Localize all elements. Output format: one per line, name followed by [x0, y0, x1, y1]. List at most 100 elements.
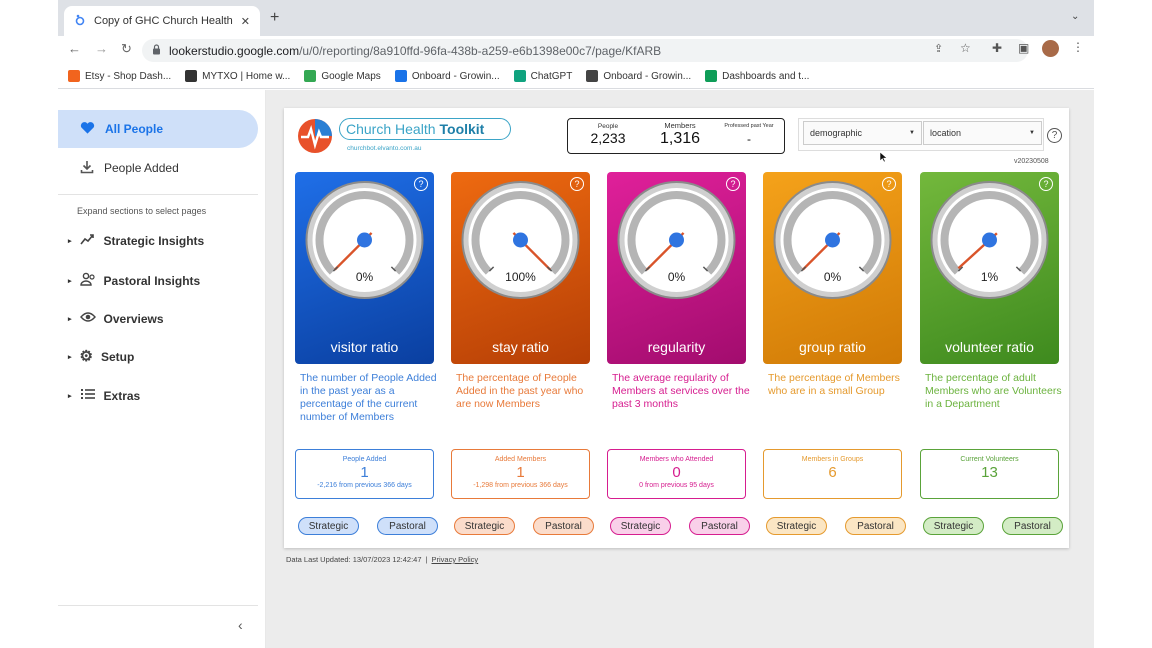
star-icon[interactable]: ☆ — [960, 41, 971, 55]
metric-value: 1 — [360, 464, 369, 481]
card-description: The percentage of People Added in the pa… — [456, 372, 584, 410]
expand-arrow-icon: ▸ — [68, 237, 72, 245]
sidepanel-icon[interactable]: ▣ — [1018, 41, 1029, 55]
strategic-button[interactable]: Strategic — [454, 517, 515, 535]
pastoral-button[interactable]: Pastoral — [533, 517, 594, 535]
strategic-button[interactable]: Strategic — [766, 517, 827, 535]
sections-hint: Expand sections to select pages — [77, 206, 207, 216]
stat-label: Professed past Year — [724, 123, 774, 129]
share-icon[interactable]: ⇪ — [934, 42, 943, 55]
strategic-button[interactable]: Strategic — [923, 517, 984, 535]
nav-all-people[interactable]: All People — [58, 110, 258, 148]
strategic-button[interactable]: Strategic — [298, 517, 359, 535]
avatar[interactable] — [1042, 40, 1059, 57]
pastoral-button[interactable]: Pastoral — [845, 517, 906, 535]
card-description: The percentage of adult Members who are … — [925, 372, 1062, 410]
summary-stats: People 2,233 Members 1,316 Professed pas… — [567, 118, 785, 154]
nav-pastoral-insights[interactable]: ▸ Pastoral Insights — [68, 272, 200, 289]
back-icon[interactable]: ← — [68, 41, 81, 56]
heart-icon — [80, 121, 95, 138]
nav-label: Extras — [103, 388, 141, 403]
url-host: lookerstudio.google.com — [169, 43, 300, 58]
bookmark-favicon-icon — [513, 70, 526, 82]
kpi-gauge-card[interactable]: 100%? stay ratio — [451, 172, 590, 364]
bookmark-item[interactable]: Google Maps — [304, 70, 381, 82]
nav-label: All People — [105, 122, 164, 136]
nav-extras[interactable]: ▸ Extras — [68, 388, 140, 403]
nav-strategic-insights[interactable]: ▸ Strategic Insights — [68, 233, 204, 248]
pastoral-button[interactable]: Pastoral — [1002, 517, 1063, 535]
close-tab-icon[interactable]: ✕ — [241, 15, 250, 28]
url-path: /u/0/reporting/8a910ffd-96fa-438b-a259-e… — [299, 43, 662, 58]
stat-label: Members — [664, 121, 696, 130]
nav-overviews[interactable]: ▸ Overviews — [68, 311, 164, 326]
gauge-hub — [669, 232, 684, 248]
privacy-policy-link[interactable]: Privacy Policy — [431, 555, 478, 564]
eye-icon — [79, 311, 96, 326]
bookmark-item[interactable]: Onboard - Growin... — [586, 70, 691, 82]
menu-icon[interactable]: ⋮ — [1072, 40, 1084, 54]
dropdown-label: location — [930, 128, 962, 138]
kpi-gauge-card[interactable]: 0%? visitor ratio — [295, 172, 434, 364]
nav-setup[interactable]: ▸ ⚙ Setup — [68, 348, 134, 365]
nav-label: Strategic Insights — [103, 233, 205, 248]
help-icon[interactable]: ? — [1039, 177, 1053, 191]
dropdown-arrow-icon: ▼ — [909, 130, 915, 136]
lock-icon — [152, 43, 161, 58]
browser-window: Copy of GHC Church Health To ✕ + ⌄ ← → ↻… — [58, 0, 1094, 648]
card-description: The number of People Added in the past y… — [300, 372, 437, 423]
bookmark-item[interactable]: Onboard - Growin... — [394, 70, 500, 82]
forward-icon[interactable]: → — [95, 41, 108, 56]
gear-icon: ⚙ — [79, 348, 93, 365]
metric-delta: -2,216 from previous 366 days — [317, 482, 412, 489]
card-title: volunteer ratio — [945, 339, 1034, 355]
brand-url[interactable]: churchbot.elvanto.com.au — [347, 145, 421, 152]
nav-people-added[interactable]: People Added — [58, 149, 258, 187]
address-bar[interactable]: lookerstudio.google.com/u/0/reporting/8a… — [142, 39, 1028, 62]
expand-arrow-icon: ▸ — [68, 354, 72, 361]
kpi-gauge-card[interactable]: 0%? regularity — [607, 172, 746, 364]
bookmark-favicon-icon — [394, 70, 407, 82]
gauge-hub — [357, 232, 372, 248]
bookmark-label: Dashboards and t... — [722, 70, 810, 82]
help-icon[interactable]: ? — [414, 177, 428, 191]
gauge-hub — [825, 232, 840, 248]
metric-value: 6 — [828, 464, 837, 481]
extensions-icon[interactable]: ✚ — [992, 41, 1002, 55]
pastoral-button[interactable]: Pastoral — [377, 517, 438, 535]
collapse-sidebar-icon[interactable]: ‹ — [238, 617, 243, 633]
gauge-percent: 100% — [505, 270, 536, 284]
metric-scorecard: Members who Attended 0 0 from previous 95 … — [607, 449, 746, 499]
pastoral-button[interactable]: Pastoral — [689, 517, 750, 535]
kpi-gauge-card[interactable]: 0%? group ratio — [763, 172, 902, 364]
metric-value: 13 — [981, 464, 998, 481]
reload-icon[interactable]: ↻ — [121, 41, 132, 57]
strategic-button[interactable]: Strategic — [610, 517, 671, 535]
location-dropdown[interactable]: location ▼ — [923, 121, 1042, 145]
dropdown-arrow-icon: ▼ — [1029, 130, 1035, 136]
separator: | — [425, 555, 428, 564]
trend-icon — [79, 233, 96, 248]
bookmark-item[interactable]: MYTXO | Home w... — [185, 70, 290, 82]
browser-tab[interactable]: Copy of GHC Church Health To ✕ — [64, 6, 260, 36]
bookmark-label: Etsy - Shop Dash... — [85, 70, 172, 82]
dropdown-label: demographic — [810, 128, 863, 138]
bookmark-item[interactable]: Dashboards and t... — [705, 70, 809, 82]
bookmark-item[interactable]: ChatGPT — [513, 70, 572, 82]
bookmarks-bar: Etsy - Shop Dash... MYTXO | Home w... Goog… — [58, 64, 1094, 89]
help-icon[interactable]: ? — [570, 177, 584, 191]
metric-value: 1 — [516, 464, 525, 481]
new-tab-icon[interactable]: + — [270, 9, 279, 27]
help-icon[interactable]: ? — [882, 177, 896, 191]
help-icon[interactable]: ? — [1047, 128, 1062, 143]
help-icon[interactable]: ? — [726, 177, 740, 191]
tab-search-icon[interactable]: ⌄ — [1071, 11, 1079, 22]
expand-arrow-icon: ▸ — [68, 277, 72, 285]
kpi-gauge-card[interactable]: 1%? volunteer ratio — [920, 172, 1059, 364]
demographic-dropdown[interactable]: demographic ▼ — [803, 121, 922, 145]
bookmark-item[interactable]: Etsy - Shop Dash... — [68, 70, 171, 82]
stat-professed: Professed past Year - — [716, 123, 782, 146]
card-title: stay ratio — [492, 339, 549, 355]
metric-title: Current Volunteers — [960, 456, 1019, 463]
metric-title: Members in Groups — [801, 456, 864, 463]
